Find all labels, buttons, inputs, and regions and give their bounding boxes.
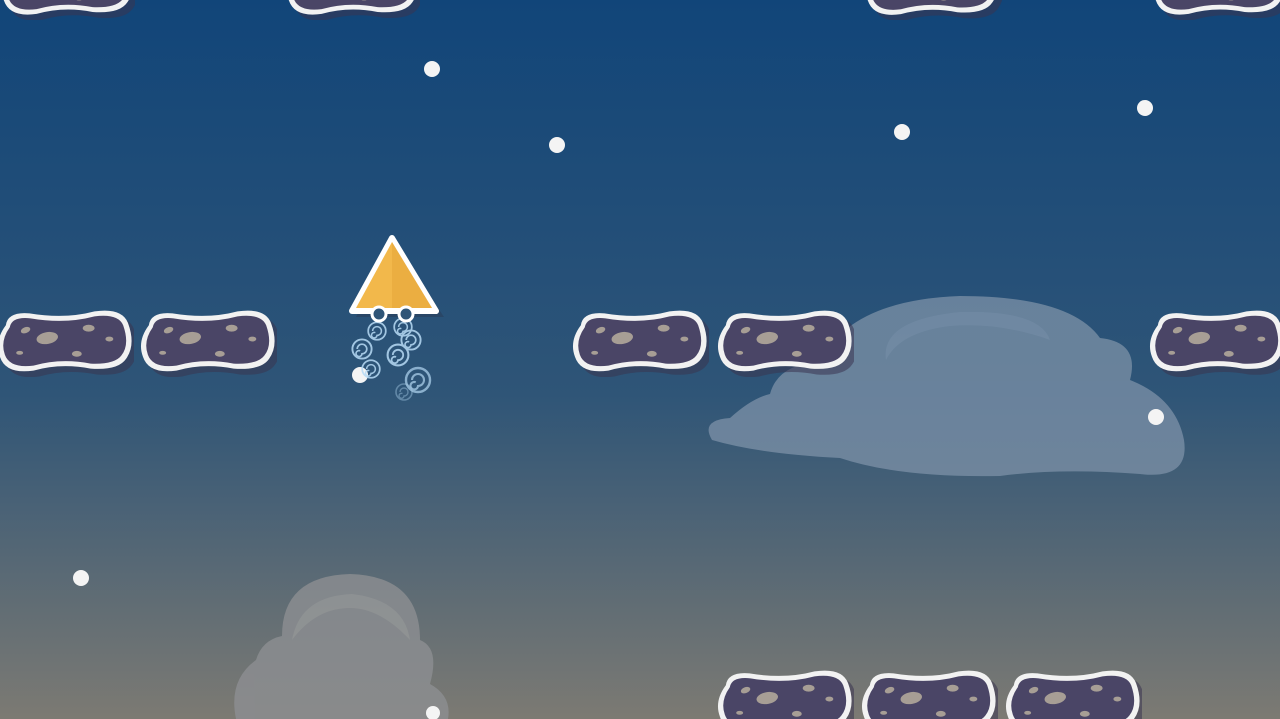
platform — [717, 670, 854, 719]
platform — [717, 310, 854, 377]
game-canvas[interactable] — [0, 0, 1280, 719]
star — [73, 570, 89, 586]
platform — [1149, 310, 1280, 377]
platform — [1005, 670, 1142, 719]
player-foot — [397, 305, 415, 323]
star — [1148, 409, 1164, 425]
star — [894, 124, 910, 140]
star — [1137, 100, 1153, 116]
platform — [140, 310, 277, 377]
player-foot — [370, 305, 388, 323]
platforms-bottom-row — [717, 670, 1142, 719]
star — [549, 137, 565, 153]
platform — [0, 310, 134, 377]
star — [424, 61, 440, 77]
platform — [572, 310, 709, 377]
platform — [861, 670, 998, 719]
game-scene — [0, 0, 1280, 719]
